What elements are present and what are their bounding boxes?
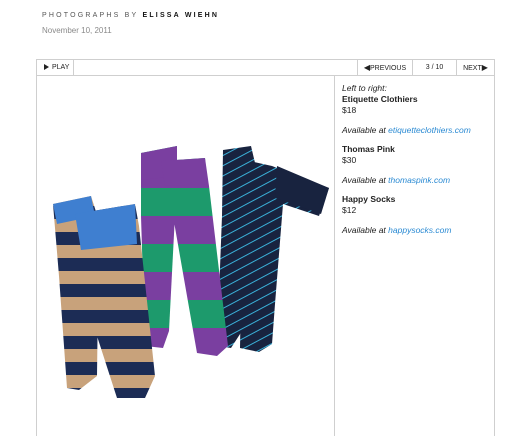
- store-link[interactable]: thomaspink.com: [388, 175, 450, 185]
- store-link[interactable]: happysocks.com: [388, 225, 451, 235]
- slide-panel: Left to right: Etiquette Clothiers $18 A…: [36, 76, 495, 436]
- slide-counter: 3 / 10: [412, 60, 456, 75]
- play-button[interactable]: PLAY: [37, 60, 74, 75]
- credit-prefix: PHOTOGRAPHS BY: [42, 12, 139, 19]
- play-label: PLAY: [52, 64, 70, 71]
- sock-etiquette-clothiers: [53, 196, 155, 398]
- availability-prefix: Available at: [342, 225, 386, 235]
- availability: Available at thomaspink.com: [342, 175, 492, 186]
- price: $18: [342, 105, 357, 115]
- publish-date: November 10, 2011: [42, 26, 112, 35]
- caption-intro: Left to right:: [342, 83, 387, 93]
- brand-name: Thomas Pink: [342, 144, 395, 154]
- next-label: NEXT: [463, 65, 482, 72]
- price: $30: [342, 155, 357, 165]
- play-icon: [44, 64, 49, 70]
- next-button[interactable]: NEXT ▶: [456, 60, 494, 75]
- arrow-right-icon: ▶: [481, 63, 488, 72]
- brand-name: Etiquette Clothiers: [342, 94, 418, 104]
- availability-prefix: Available at: [342, 175, 386, 185]
- caption: Left to right: Etiquette Clothiers $18 A…: [342, 83, 492, 236]
- socks-photo: [37, 76, 335, 436]
- slideshow-toolbar: PLAY ◀PREVIOUS 3 / 10 NEXT ▶: [36, 59, 495, 76]
- brand-name: Happy Socks: [342, 194, 396, 204]
- price: $12: [342, 205, 357, 215]
- sock-thomas-pink: [141, 146, 228, 356]
- previous-button[interactable]: ◀PREVIOUS: [357, 60, 412, 75]
- previous-label: PREVIOUS: [369, 65, 407, 72]
- sock-happy-socks: [217, 146, 329, 352]
- store-link[interactable]: etiquetteclothiers.com: [388, 125, 471, 135]
- availability: Available at happysocks.com: [342, 225, 492, 236]
- photo-credit: PHOTOGRAPHS BY ELISSA WIEHN: [42, 12, 219, 19]
- credit-name: ELISSA WIEHN: [142, 12, 220, 19]
- availability: Available at etiquetteclothiers.com: [342, 125, 492, 136]
- availability-prefix: Available at: [342, 125, 386, 135]
